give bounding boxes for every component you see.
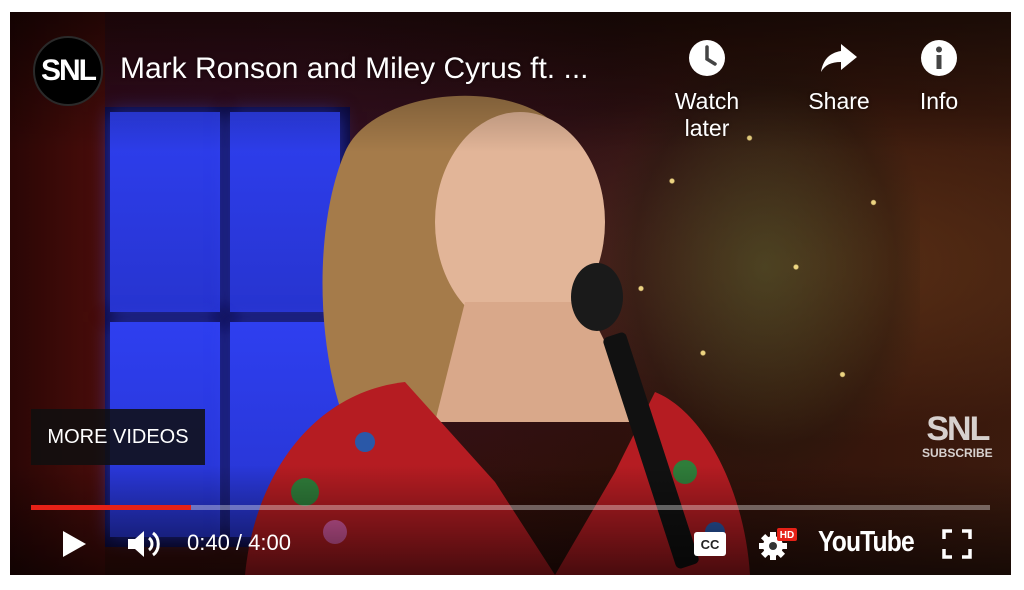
captions-button[interactable]: CC: [688, 524, 732, 564]
watch-later-button[interactable]: Watch later: [652, 38, 762, 142]
fullscreen-icon: [942, 529, 972, 559]
time-display: 0:40 / 4:00: [187, 530, 291, 555]
watch-later-label: Watch later: [674, 88, 740, 141]
progress-bar[interactable]: [31, 505, 990, 510]
svg-text:HD: HD: [780, 530, 794, 541]
info-icon: [884, 38, 994, 78]
more-videos-button[interactable]: MORE VIDEOS: [31, 409, 205, 465]
volume-icon: [128, 531, 160, 557]
watermark-subscribe: SUBSCRIBE: [922, 446, 993, 460]
channel-logo-text: SNL: [41, 54, 97, 87]
video-player[interactable]: SNL Mark Ronson and Miley Cyrus ft. ... …: [10, 12, 1011, 575]
settings-button[interactable]: HD: [752, 524, 802, 564]
watermark-logo: SNL: [926, 410, 990, 448]
volume-button[interactable]: [120, 524, 170, 564]
video-title[interactable]: Mark Ronson and Miley Cyrus ft. ...: [120, 52, 620, 86]
play-icon: [63, 531, 86, 557]
cc-icon: CC: [694, 532, 726, 556]
play-button[interactable]: [52, 524, 96, 564]
fullscreen-button[interactable]: [935, 524, 979, 564]
youtube-logo[interactable]: YouTube: [818, 526, 915, 559]
clock-icon: [652, 38, 762, 78]
progress-played: [31, 505, 191, 510]
share-label: Share: [808, 88, 870, 114]
info-button[interactable]: Info: [884, 38, 994, 115]
channel-watermark[interactable]: SNL SUBSCRIBE: [922, 412, 993, 460]
svg-text:CC: CC: [701, 537, 720, 552]
gear-icon: HD: [759, 528, 797, 560]
channel-avatar[interactable]: SNL: [33, 36, 103, 106]
share-button[interactable]: Share: [784, 38, 894, 115]
info-label: Info: [919, 88, 959, 114]
share-arrow-icon: [784, 38, 894, 78]
